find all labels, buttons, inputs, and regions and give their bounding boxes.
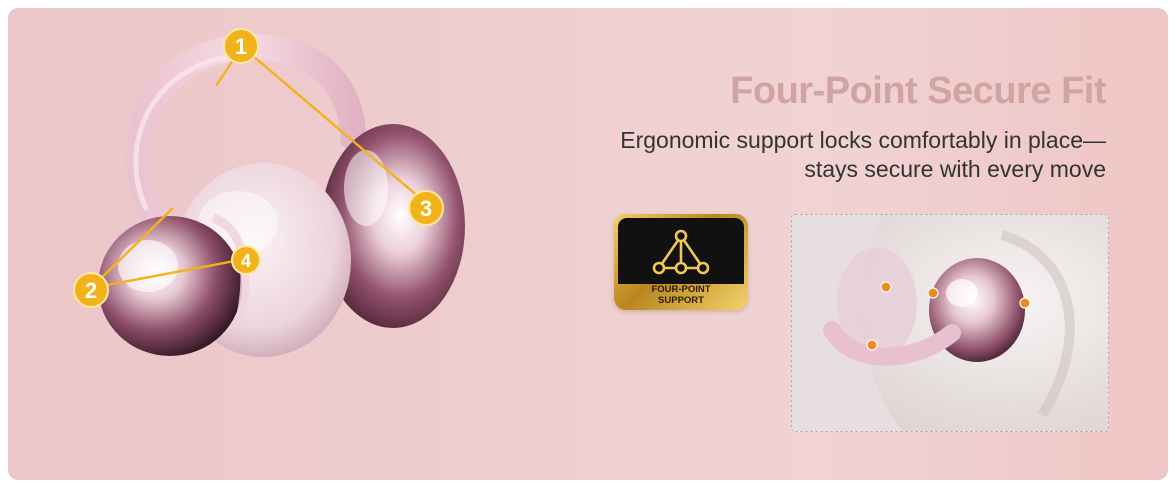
four-point-support-badge: FOUR-POINT SUPPORT [614,214,748,310]
earbud-illustration: 1 2 3 4 [73,28,465,357]
svg-text:1: 1 [235,34,247,59]
feature-heading: Four-Point Secure Fit [730,70,1106,112]
marker-4: 4 [231,245,261,275]
feature-banner: 1 2 3 4 Four-Point Secure Fit Ergonomic … [8,8,1168,480]
svg-text:4: 4 [241,251,251,271]
badge-label-line-2: SUPPORT [658,295,704,306]
badge-icon-panel [618,218,744,284]
marker-3: 3 [408,190,444,226]
svg-text:2: 2 [85,278,97,303]
feature-description: Ergonomic support locks comfortably in p… [586,126,1106,184]
marker-2: 2 [73,272,109,308]
left-chrome-body [98,216,242,356]
badge-label: FOUR-POINT SUPPORT [614,284,748,306]
in-ear-photo-art [792,215,1108,431]
description-line-2: stays secure with every move [804,156,1106,182]
marker-1: 1 [223,28,259,64]
svg-text:3: 3 [420,196,432,221]
description-line-1: Ergonomic support locks comfortably in p… [620,127,1106,153]
badge-label-line-1: FOUR-POINT [651,284,711,295]
in-ear-photo [791,214,1109,432]
triangle-nodes-icon [652,229,710,275]
